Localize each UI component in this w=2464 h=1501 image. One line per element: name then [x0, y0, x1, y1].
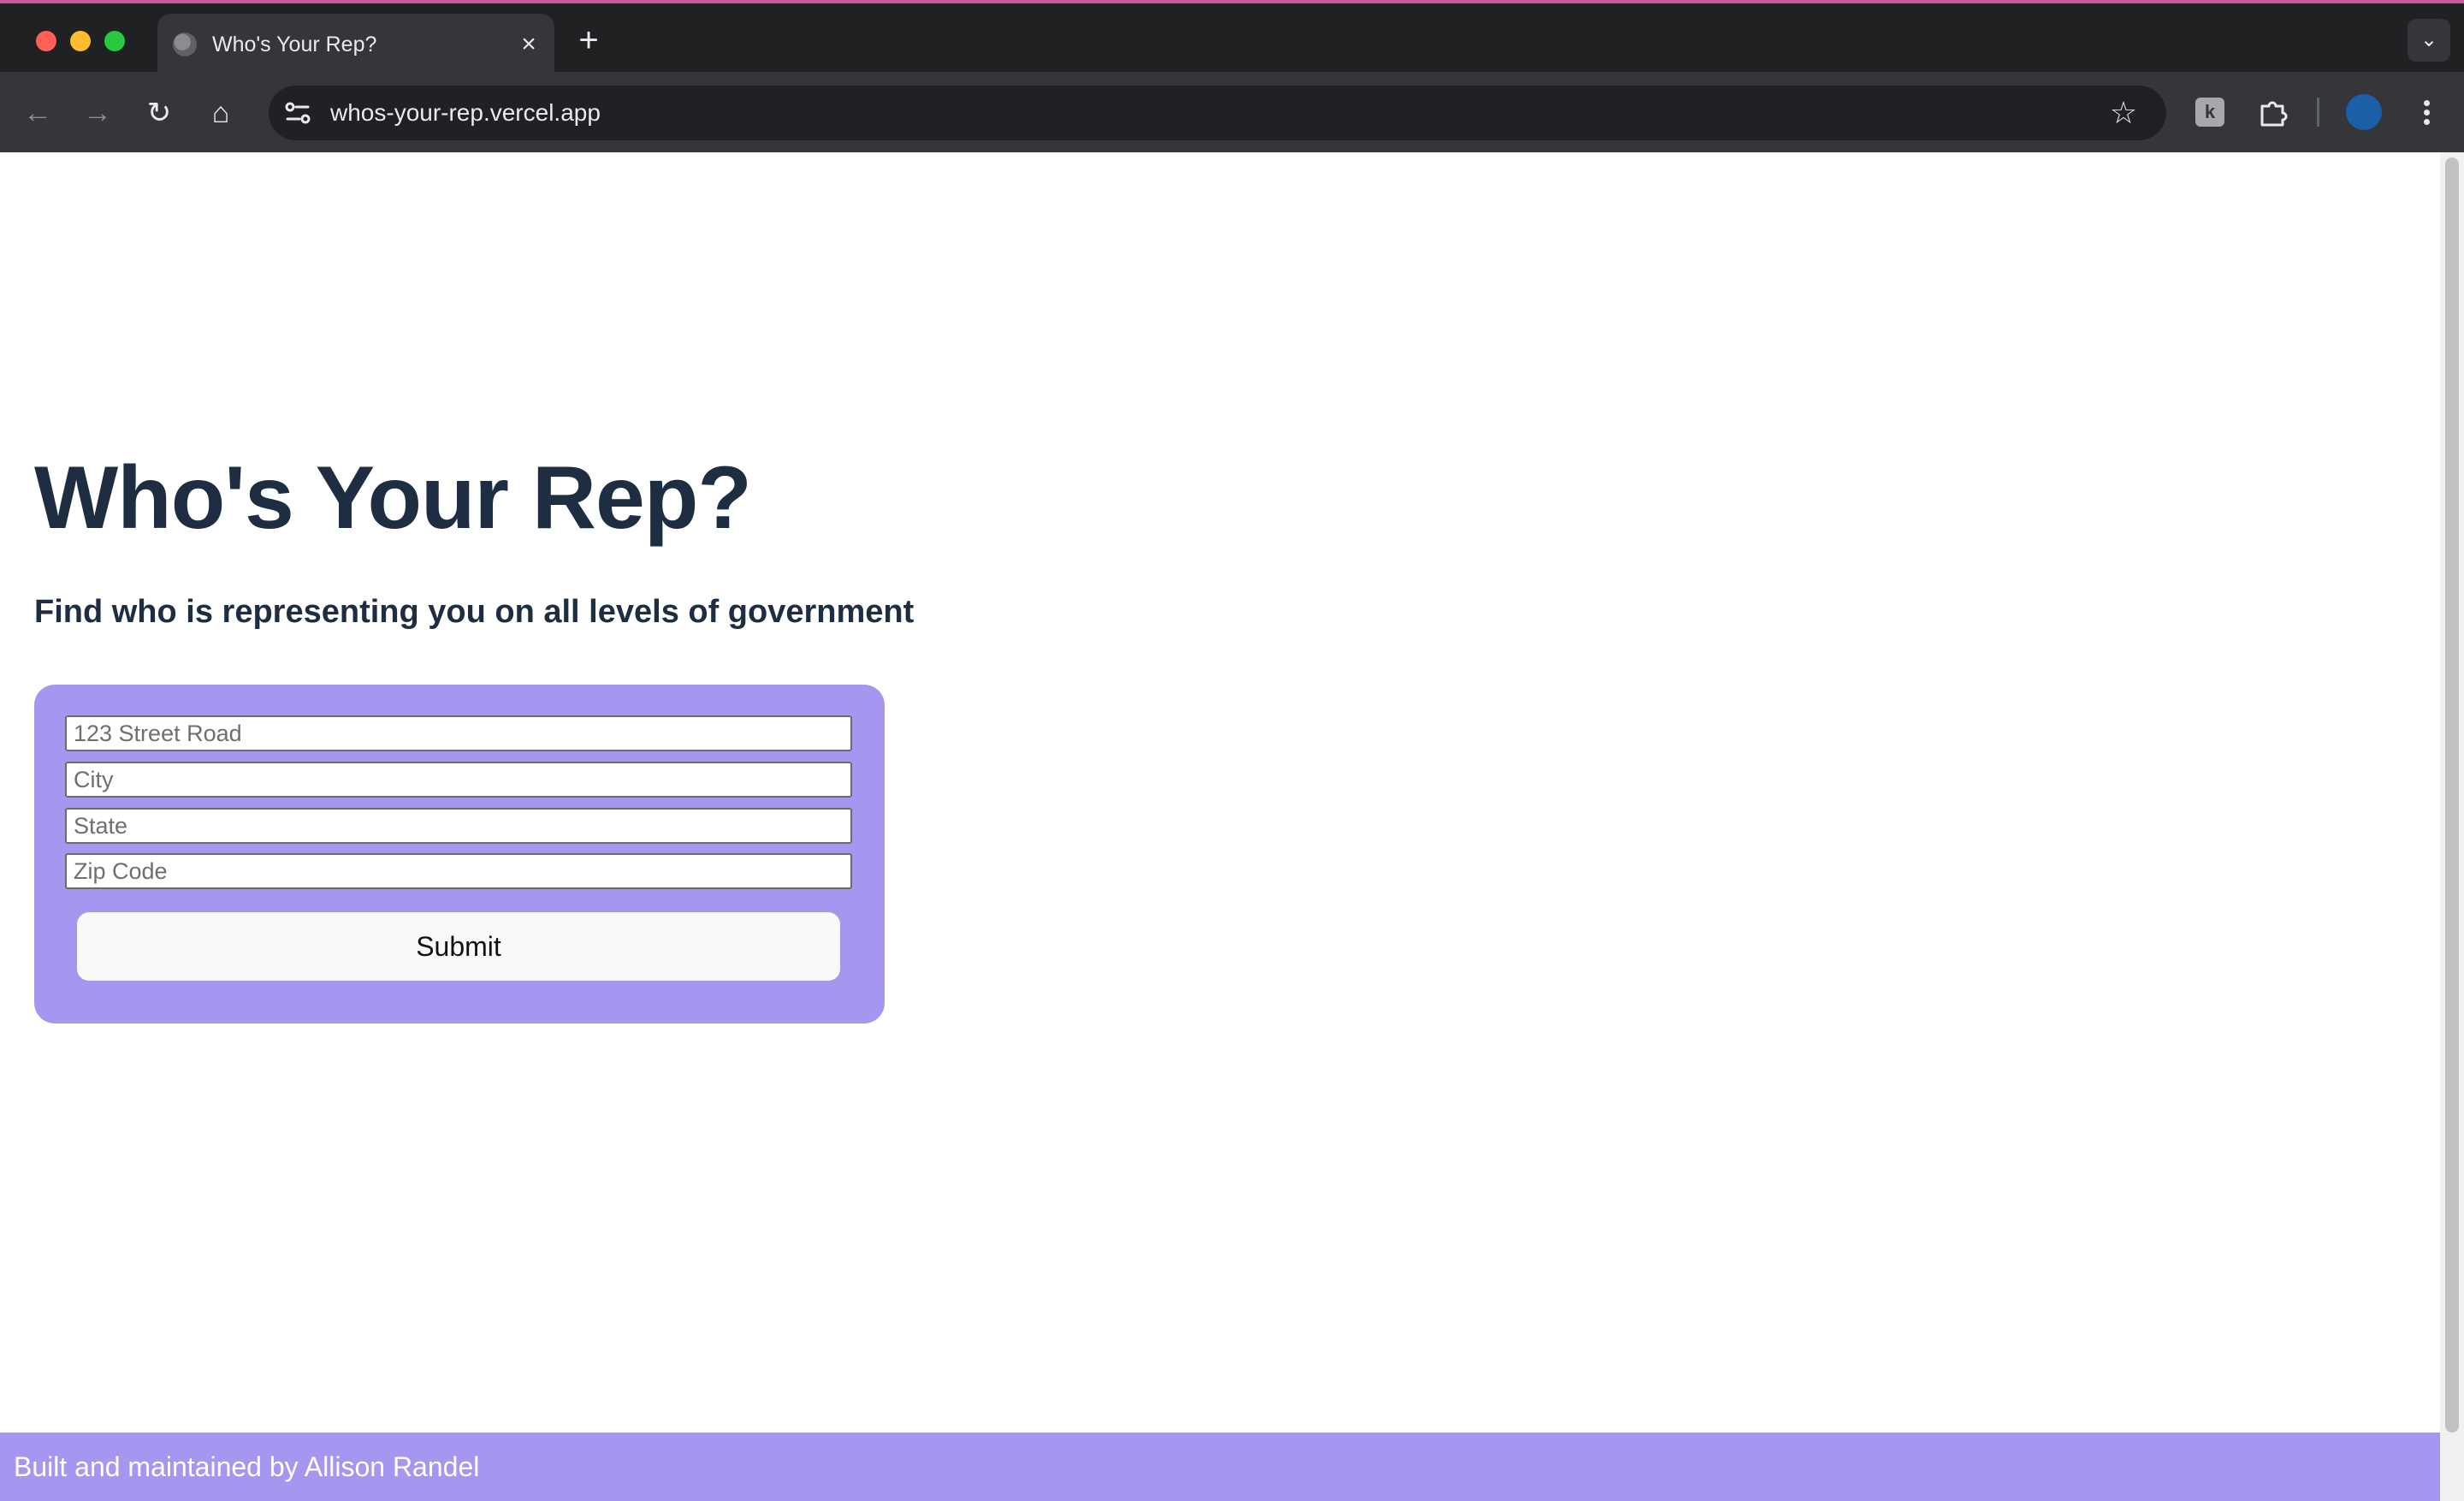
- tab-search-button[interactable]: ⌄: [2408, 19, 2450, 62]
- extension-icon[interactable]: k: [2195, 98, 2224, 127]
- bookmark-star-icon[interactable]: ☆: [2106, 96, 2141, 130]
- state-input[interactable]: [65, 808, 852, 844]
- scrollbar-thumb[interactable]: [2445, 157, 2459, 1433]
- submit-button[interactable]: Submit: [77, 912, 840, 981]
- address-bar[interactable]: whos-your-rep.vercel.app ☆: [269, 86, 2166, 140]
- url-text[interactable]: whos-your-rep.vercel.app: [330, 98, 601, 128]
- globe-icon: [173, 33, 197, 56]
- home-button[interactable]: ⌂: [202, 94, 240, 132]
- maximize-window-button[interactable]: [104, 31, 125, 51]
- browser-toolbar: ← → ↻ ⌂ whos-your-rep.vercel.app ☆ k: [0, 72, 2464, 152]
- tab-whos-your-rep[interactable]: Who's Your Rep? ×: [157, 14, 554, 75]
- footer-credit: Built and maintained by Allison Randel: [14, 1451, 480, 1482]
- back-button[interactable]: ←: [19, 94, 56, 132]
- reload-button[interactable]: ↻: [140, 94, 178, 132]
- profile-avatar[interactable]: [2346, 94, 2382, 130]
- forward-button[interactable]: →: [79, 94, 116, 132]
- minimize-window-button[interactable]: [70, 31, 91, 51]
- page-subtitle: Find who is representing you on all leve…: [34, 594, 915, 630]
- tab-close-icon[interactable]: ×: [513, 29, 544, 60]
- city-input[interactable]: [65, 762, 852, 798]
- tab-title: Who's Your Rep?: [212, 33, 377, 56]
- extensions-puzzle-icon[interactable]: [2255, 94, 2291, 130]
- address-form: Submit: [34, 685, 885, 1023]
- close-window-button[interactable]: [36, 31, 56, 51]
- page-title: Who's Your Rep?: [34, 448, 752, 548]
- zip-code-input[interactable]: [65, 853, 852, 889]
- more-menu-icon[interactable]: [2411, 94, 2442, 130]
- street-address-input[interactable]: [65, 715, 852, 751]
- new-tab-button[interactable]: +: [573, 23, 604, 57]
- tab-bar: Who's Your Rep? × + ⌄: [0, 3, 2464, 75]
- toolbar-divider: [2317, 98, 2319, 127]
- site-settings-icon[interactable]: [282, 98, 313, 128]
- footer: Built and maintained by Allison Randel: [0, 1433, 2440, 1501]
